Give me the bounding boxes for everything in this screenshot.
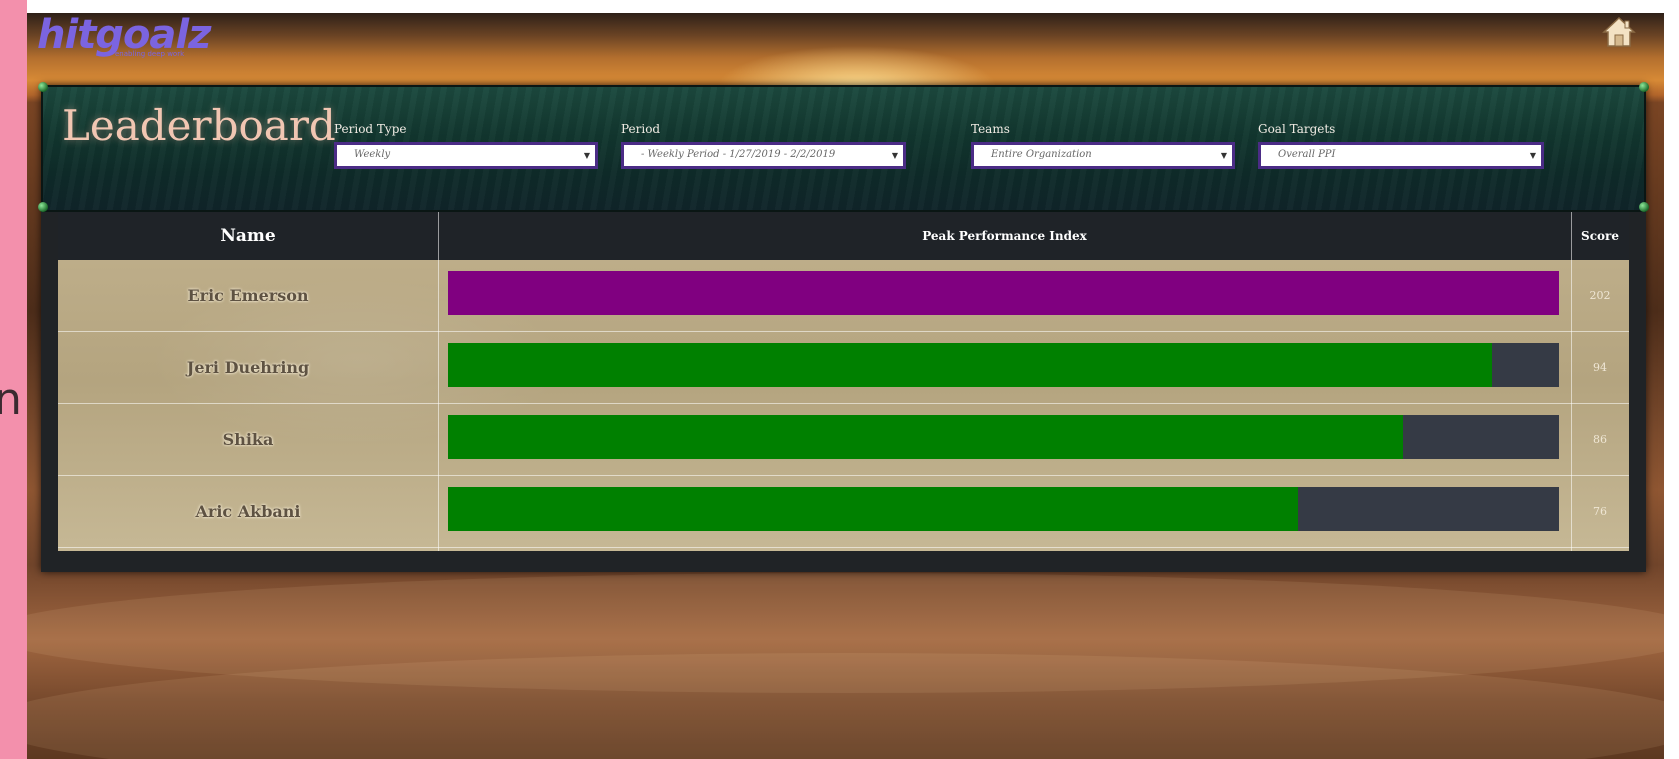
filter-label: Goal Targets: [1258, 122, 1336, 136]
row-score: 76: [1593, 505, 1607, 518]
select-value: Weekly: [354, 149, 391, 160]
ppi-bar: [448, 415, 1559, 459]
row-score: 86: [1593, 433, 1607, 446]
select-value: Overall PPI: [1278, 149, 1336, 160]
table-row[interactable]: Aric Akbani 76: [58, 476, 1629, 548]
select-value: Entire Organization: [991, 149, 1092, 160]
goal-targets-select[interactable]: Overall PPI ▼: [1258, 142, 1544, 169]
row-score: 94: [1593, 361, 1607, 374]
ppi-bar-fill: [448, 415, 1404, 459]
home-button[interactable]: [1602, 15, 1636, 49]
dropdown-arrow-icon: ▼: [891, 151, 898, 160]
row-name: Aric Akbani: [195, 502, 301, 521]
filter-label: Period: [621, 122, 661, 136]
filter-period: Period - Weekly Period - 1/27/2019 - 2/2…: [621, 122, 906, 169]
column-header-ppi[interactable]: Peak Performance Index: [438, 212, 1571, 260]
dropdown-arrow-icon: ▼: [583, 151, 590, 160]
row-score: 202: [1589, 289, 1611, 302]
row-name: Eric Emerson: [187, 286, 309, 305]
filter-goal-targets: Goal Targets Overall PPI ▼: [1258, 122, 1544, 169]
ppi-bar-fill: [448, 487, 1298, 531]
ppi-bar-fill: [448, 343, 1493, 387]
home-icon: [1602, 16, 1636, 47]
column-header-score[interactable]: Score: [1571, 212, 1629, 260]
ppi-bar-fill: [448, 271, 1559, 315]
leaderboard-panel: Leaderboard Period Type Weekly ▼ Period …: [38, 82, 1649, 572]
side-panel: n: [0, 0, 27, 759]
dropdown-arrow-icon: ▼: [1220, 151, 1227, 160]
table-row[interactable]: Shika 86: [58, 404, 1629, 476]
corner-ornament: [1639, 202, 1649, 212]
filter-label: Teams: [971, 122, 1010, 136]
row-name: Jeri Duehring: [186, 358, 310, 377]
filter-teams: Teams Entire Organization ▼: [971, 122, 1235, 169]
teams-select[interactable]: Entire Organization ▼: [971, 142, 1235, 169]
ppi-bar: [448, 271, 1559, 315]
table-row[interactable]: Eric Emerson 202: [58, 260, 1629, 332]
ppi-bar: [448, 487, 1559, 531]
side-panel-glyph: n: [0, 374, 22, 425]
corner-ornament: [38, 82, 48, 92]
period-type-select[interactable]: Weekly ▼: [334, 142, 598, 169]
corner-ornament: [1639, 82, 1649, 92]
page-title: Leaderboard: [62, 101, 336, 150]
table-row[interactable]: Jeri Duehring 94: [58, 332, 1629, 404]
dropdown-arrow-icon: ▼: [1529, 151, 1536, 160]
table-header: Name Peak Performance Index Score: [58, 212, 1629, 260]
filter-period-type: Period Type Weekly ▼: [334, 122, 598, 169]
period-select[interactable]: - Weekly Period - 1/27/2019 - 2/2/2019 ▼: [621, 142, 906, 169]
ppi-bar: [448, 343, 1559, 387]
filter-label: Period Type: [334, 122, 407, 136]
row-name: Shika: [222, 430, 274, 449]
leaderboard-table: Name Peak Performance Index Score Eric E…: [58, 212, 1629, 551]
app-tagline: enabling deep work: [115, 50, 185, 58]
corner-ornament: [38, 202, 48, 212]
column-header-name[interactable]: Name: [58, 212, 438, 260]
select-value: - Weekly Period - 1/27/2019 - 2/2/2019: [641, 149, 836, 160]
desert-background: hitgoalz enabling deep work Leaderboard …: [27, 13, 1664, 759]
